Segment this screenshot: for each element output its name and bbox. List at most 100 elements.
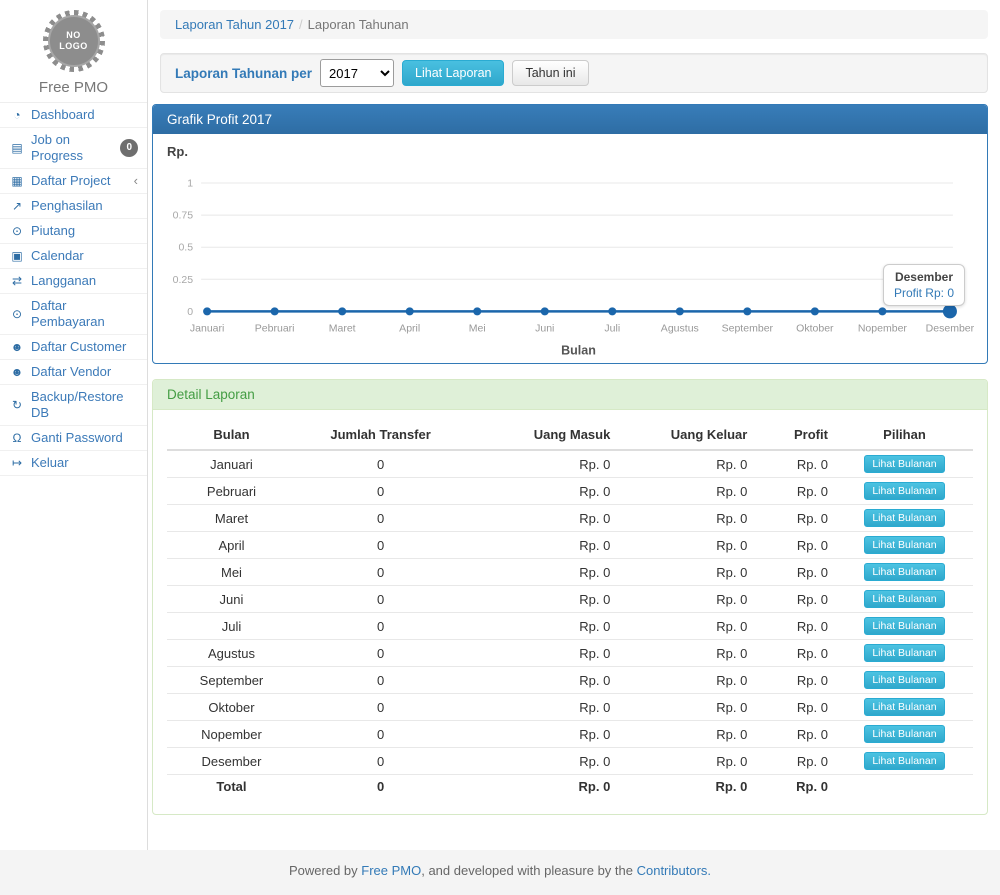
sidebar-item-daftar-customer[interactable]: ☻Daftar Customer [0, 335, 147, 360]
cell-masuk: Rp. 0 [465, 721, 618, 748]
sidebar-item-label: Langganan [31, 273, 96, 289]
chart-point-juni[interactable] [541, 307, 549, 315]
cell-pilihan: Lihat Bulanan [836, 559, 973, 586]
cell-pilihan: Lihat Bulanan [836, 613, 973, 640]
sidebar-item-calendar[interactable]: ▣Calendar [0, 244, 147, 269]
sidebar-item-piutang[interactable]: ⊙Piutang [0, 219, 147, 244]
sidebar-item-daftar-pembayaran[interactable]: ⊙Daftar Pembayaran [0, 294, 147, 335]
lihat-bulanan-button[interactable]: Lihat Bulanan [864, 725, 944, 743]
chart-point-desember[interactable] [943, 304, 957, 318]
sidebar-item-dashboard[interactable]: ◔Dashboard [0, 103, 147, 128]
sidebar-item-penghasilan[interactable]: ↗Penghasilan [0, 194, 147, 219]
cell-profit: Rp. 0 [755, 505, 836, 532]
footer-link-freepmo[interactable]: Free PMO [361, 863, 421, 878]
calendar-icon: ▣ [9, 248, 25, 264]
chart-point-juli[interactable] [608, 307, 616, 315]
total-keluar: Rp. 0 [618, 775, 755, 799]
x-tick-label: September [722, 322, 774, 334]
chart-point-september[interactable] [743, 307, 751, 315]
cell-pilihan: Lihat Bulanan [836, 721, 973, 748]
y-tick-label: 0.75 [173, 210, 194, 222]
lihat-bulanan-button[interactable]: Lihat Bulanan [864, 590, 944, 608]
cell-jumlah: 0 [296, 748, 465, 775]
cell-bulan: September [167, 667, 296, 694]
cell-jumlah: 0 [296, 586, 465, 613]
year-select[interactable]: 2017 [320, 59, 394, 87]
footer-link-contributors[interactable]: Contributors. [637, 863, 711, 878]
y-tick-label: 0 [187, 306, 193, 318]
cell-bulan: Maret [167, 505, 296, 532]
lihat-bulanan-button[interactable]: Lihat Bulanan [864, 671, 944, 689]
x-tick-label: Mei [469, 322, 486, 334]
brand-name: Free PMO [0, 79, 147, 96]
table-row: Maret0Rp. 0Rp. 0Rp. 0Lihat Bulanan [167, 505, 973, 532]
column-header-profit: Profit [755, 420, 836, 450]
cell-profit: Rp. 0 [755, 721, 836, 748]
chart-point-agustus[interactable] [676, 307, 684, 315]
y-axis-title: Rp. [167, 144, 975, 159]
sidebar-item-daftar-vendor[interactable]: ☻Daftar Vendor [0, 360, 147, 385]
lihat-bulanan-button[interactable]: Lihat Bulanan [864, 698, 944, 716]
report-filter-bar: Laporan Tahunan per 2017 Lihat Laporan T… [160, 53, 988, 93]
view-report-button[interactable]: Lihat Laporan [402, 60, 504, 86]
cell-profit: Rp. 0 [755, 478, 836, 505]
lihat-bulanan-button[interactable]: Lihat Bulanan [864, 644, 944, 662]
cell-keluar: Rp. 0 [618, 450, 755, 478]
cell-jumlah: 0 [296, 613, 465, 640]
column-header-uang-keluar: Uang Keluar [618, 420, 755, 450]
detail-panel-title: Detail Laporan [153, 380, 987, 410]
lihat-bulanan-button[interactable]: Lihat Bulanan [864, 617, 944, 635]
sidebar-item-label: Daftar Project [31, 173, 110, 189]
cell-profit: Rp. 0 [755, 586, 836, 613]
breadcrumb: Laporan Tahun 2017/Laporan Tahunan [160, 10, 988, 39]
line-chart-icon: ↗ [9, 198, 25, 214]
breadcrumb-link[interactable]: Laporan Tahun 2017 [175, 17, 294, 32]
cell-bulan: Agustus [167, 640, 296, 667]
sidebar-item-label: Job on Progress [31, 132, 114, 164]
sidebar-item-daftar-project[interactable]: ▦Daftar Project‹ [0, 169, 147, 194]
cell-jumlah: 0 [296, 532, 465, 559]
cell-jumlah: 0 [296, 640, 465, 667]
table-row: April0Rp. 0Rp. 0Rp. 0Lihat Bulanan [167, 532, 973, 559]
cell-keluar: Rp. 0 [618, 694, 755, 721]
chart-point-maret[interactable] [338, 307, 346, 315]
cell-bulan: April [167, 532, 296, 559]
x-tick-label: Maret [329, 322, 356, 334]
cell-pilihan: Lihat Bulanan [836, 478, 973, 505]
lihat-bulanan-button[interactable]: Lihat Bulanan [864, 752, 944, 770]
chart-point-nopember[interactable] [878, 307, 886, 315]
table-row: Oktober0Rp. 0Rp. 0Rp. 0Lihat Bulanan [167, 694, 973, 721]
this-year-button[interactable]: Tahun ini [512, 60, 588, 86]
chart-point-pebruari[interactable] [271, 307, 279, 315]
chart-point-april[interactable] [406, 307, 414, 315]
cell-profit: Rp. 0 [755, 640, 836, 667]
chart-point-oktober[interactable] [811, 307, 819, 315]
sidebar-item-job-on-progress[interactable]: ▤Job on Progress0 [0, 128, 147, 169]
sidebar-item-langganan[interactable]: ⇄Langganan [0, 269, 147, 294]
cell-keluar: Rp. 0 [618, 478, 755, 505]
lihat-bulanan-button[interactable]: Lihat Bulanan [864, 536, 944, 554]
x-tick-label: April [399, 322, 420, 334]
lihat-bulanan-button[interactable]: Lihat Bulanan [864, 482, 944, 500]
report-table: BulanJumlah TransferUang MasukUang Kelua… [167, 420, 973, 798]
lihat-bulanan-button[interactable]: Lihat Bulanan [864, 563, 944, 581]
sidebar-menu: ◔Dashboard▤Job on Progress0▦Daftar Proje… [0, 102, 147, 476]
lihat-bulanan-button[interactable]: Lihat Bulanan [864, 509, 944, 527]
x-axis-title: Bulan [561, 343, 596, 357]
cell-jumlah: 0 [296, 667, 465, 694]
table-row: Desember0Rp. 0Rp. 0Rp. 0Lihat Bulanan [167, 748, 973, 775]
sidebar-item-keluar[interactable]: ↦Keluar [0, 451, 147, 476]
cell-jumlah: 0 [296, 559, 465, 586]
y-tick-label: 0.5 [178, 242, 193, 254]
cell-bulan: Oktober [167, 694, 296, 721]
sidebar-item-ganti-password[interactable]: ΩGanti Password [0, 426, 147, 451]
cell-profit: Rp. 0 [755, 450, 836, 478]
sidebar-item-label: Daftar Pembayaran [31, 298, 138, 330]
chart-point-mei[interactable] [473, 307, 481, 315]
total-bulan: Total [167, 775, 296, 799]
y-tick-label: 1 [187, 178, 193, 190]
lihat-bulanan-button[interactable]: Lihat Bulanan [864, 455, 944, 473]
table-header-row: BulanJumlah TransferUang MasukUang Kelua… [167, 420, 973, 450]
chart-point-januari[interactable] [203, 307, 211, 315]
sidebar-item-backup-restore-db[interactable]: ↻Backup/Restore DB [0, 385, 147, 426]
